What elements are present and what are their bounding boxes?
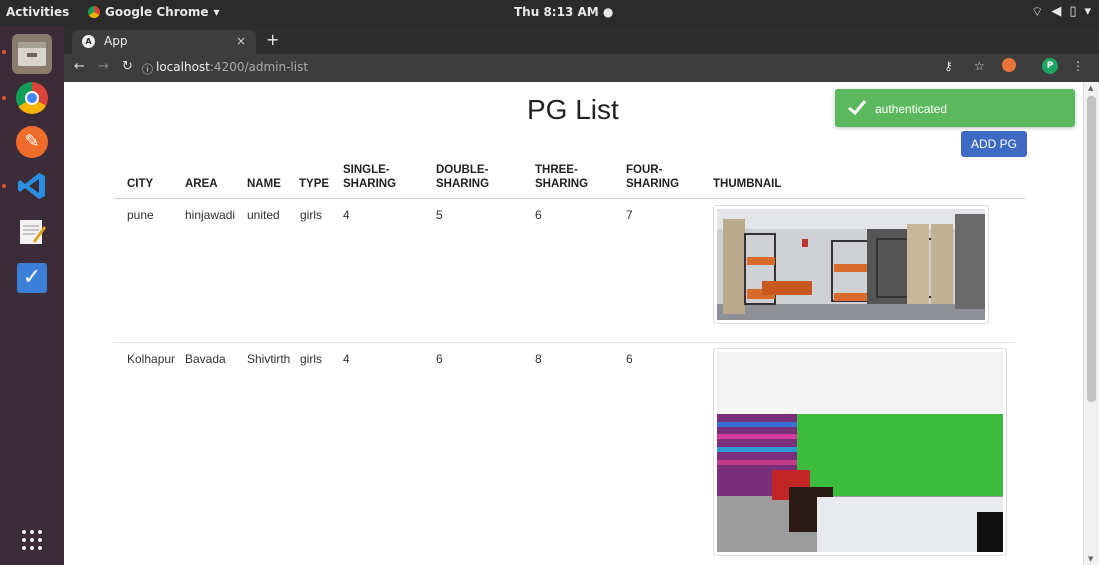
forward-arrow-icon[interactable]: → <box>98 59 109 74</box>
app-menu[interactable]: Google Chrome ▾ <box>88 5 220 19</box>
key-icon[interactable]: ⚷ <box>944 59 953 73</box>
files-icon[interactable] <box>12 34 52 74</box>
header-area: AREA <box>185 178 218 190</box>
header-name: NAME <box>247 178 281 190</box>
cell-city: Kolhapur <box>127 352 176 366</box>
cell-city: pune <box>127 208 154 222</box>
running-indicator <box>2 184 6 188</box>
checkmark-icon <box>847 97 867 120</box>
header-line: SINGLE- <box>343 164 390 176</box>
clock[interactable]: Thu 8:13 AM ● <box>514 5 613 19</box>
scroll-down-arrow-icon[interactable]: ▼ <box>1088 555 1093 563</box>
system-top-bar: Activities Google Chrome ▾ Thu 8:13 AM ●… <box>0 0 1099 26</box>
page-content: PG List authenticated ADD PG CITY AREA N… <box>64 82 1083 565</box>
header-thumbnail: THUMBNAIL <box>713 178 782 190</box>
chevron-down-icon: ▾ <box>1084 4 1091 19</box>
chrome-icon <box>88 6 100 18</box>
close-tab-icon[interactable]: × <box>236 34 246 48</box>
back-arrow-icon[interactable]: ← <box>74 59 85 74</box>
browser-tab[interactable]: A App × <box>72 30 256 54</box>
cell-name: Shivtirth <box>247 352 291 366</box>
angular-favicon-icon: A <box>82 35 95 48</box>
header-double-sharing: DOUBLE- SHARING <box>436 163 489 191</box>
activities-button[interactable]: Activities <box>6 5 69 19</box>
toast-notification[interactable]: authenticated <box>835 89 1075 127</box>
cell-three: 8 <box>535 352 542 366</box>
browser-toolbar: ← → ↻ ⓘ localhost:4200/admin-list ⚷ ☆ P … <box>64 54 1099 82</box>
header-three-sharing: THREE- SHARING <box>535 163 588 191</box>
cell-double: 6 <box>436 352 443 366</box>
launcher-dock: ✎ ✓ <box>0 26 64 565</box>
header-four-sharing: FOUR- SHARING <box>626 163 679 191</box>
address-bar[interactable]: localhost:4200/admin-list <box>156 60 308 74</box>
row-divider <box>114 342 1014 343</box>
toast-message: authenticated <box>875 102 948 116</box>
header-type: TYPE <box>299 178 330 190</box>
more-menu-icon[interactable]: ⋮ <box>1072 59 1084 73</box>
header-single-sharing: SINGLE- SHARING <box>343 163 396 191</box>
header-line: THREE- <box>535 164 578 176</box>
cell-three: 6 <box>535 208 542 222</box>
postman-icon[interactable]: ✎ <box>12 122 52 162</box>
wifi-icon: ⌔ <box>1031 5 1044 20</box>
tab-title: App <box>104 34 128 48</box>
app-menu-label: Google Chrome <box>105 5 209 19</box>
cell-four: 6 <box>626 352 633 366</box>
header-divider <box>114 198 1025 199</box>
cell-name: united <box>247 208 280 222</box>
url-path: :4200/admin-list <box>209 60 309 74</box>
profile-avatar[interactable]: P <box>1042 58 1058 74</box>
header-line: SHARING <box>626 178 680 190</box>
clock-label: Thu 8:13 AM <box>514 5 599 19</box>
header-line: SHARING <box>436 178 490 190</box>
tasks-icon[interactable]: ✓ <box>12 258 52 298</box>
room-photo <box>717 352 1003 552</box>
cell-area: hinjawadi <box>185 208 236 222</box>
new-tab-icon[interactable]: + <box>266 30 279 49</box>
page-title: PG List <box>527 94 619 125</box>
extension-icon[interactable] <box>1002 58 1016 72</box>
cell-double: 5 <box>436 208 443 222</box>
cell-four: 7 <box>626 208 633 222</box>
battery-icon: ▯ <box>1069 4 1077 19</box>
thumbnail-image[interactable] <box>713 348 1007 556</box>
header-line: SHARING <box>535 178 589 190</box>
reload-icon[interactable]: ↻ <box>122 59 133 74</box>
cell-type: girls <box>300 352 323 366</box>
system-tray[interactable]: ⌔ ◀︎ ▯ ▾ <box>1031 4 1091 20</box>
browser-tab-strip: A App × + <box>64 26 1099 54</box>
page-scrollbar[interactable]: ▲ ▼ <box>1083 82 1099 565</box>
app-grid-icon[interactable] <box>12 520 52 560</box>
header-line: FOUR- <box>626 164 663 176</box>
header-line: SHARING <box>343 178 397 190</box>
header-line: DOUBLE- <box>436 164 489 176</box>
scrollbar-thumb[interactable] <box>1087 96 1096 402</box>
cell-type: girls <box>300 208 323 222</box>
chevron-down-icon: ▾ <box>213 5 220 19</box>
url-host: localhost <box>156 60 210 74</box>
cell-area: Bavada <box>185 352 226 366</box>
vscode-icon[interactable] <box>12 166 52 206</box>
scroll-up-arrow-icon[interactable]: ▲ <box>1088 84 1093 92</box>
text-editor-icon[interactable] <box>12 212 52 252</box>
volume-icon: ◀︎ <box>1051 4 1062 19</box>
dormitory-photo <box>717 209 985 320</box>
notification-dot-icon: ● <box>602 5 614 19</box>
star-icon[interactable]: ☆ <box>974 59 985 73</box>
header-city: CITY <box>127 178 154 190</box>
chrome-app-icon[interactable] <box>12 78 52 118</box>
cell-single: 4 <box>343 208 350 222</box>
running-indicator <box>2 50 6 54</box>
running-indicator <box>2 96 6 100</box>
cell-single: 4 <box>343 352 350 366</box>
thumbnail-image[interactable] <box>713 205 989 324</box>
info-icon[interactable]: ⓘ <box>142 61 153 77</box>
add-pg-button[interactable]: ADD PG <box>961 131 1027 157</box>
